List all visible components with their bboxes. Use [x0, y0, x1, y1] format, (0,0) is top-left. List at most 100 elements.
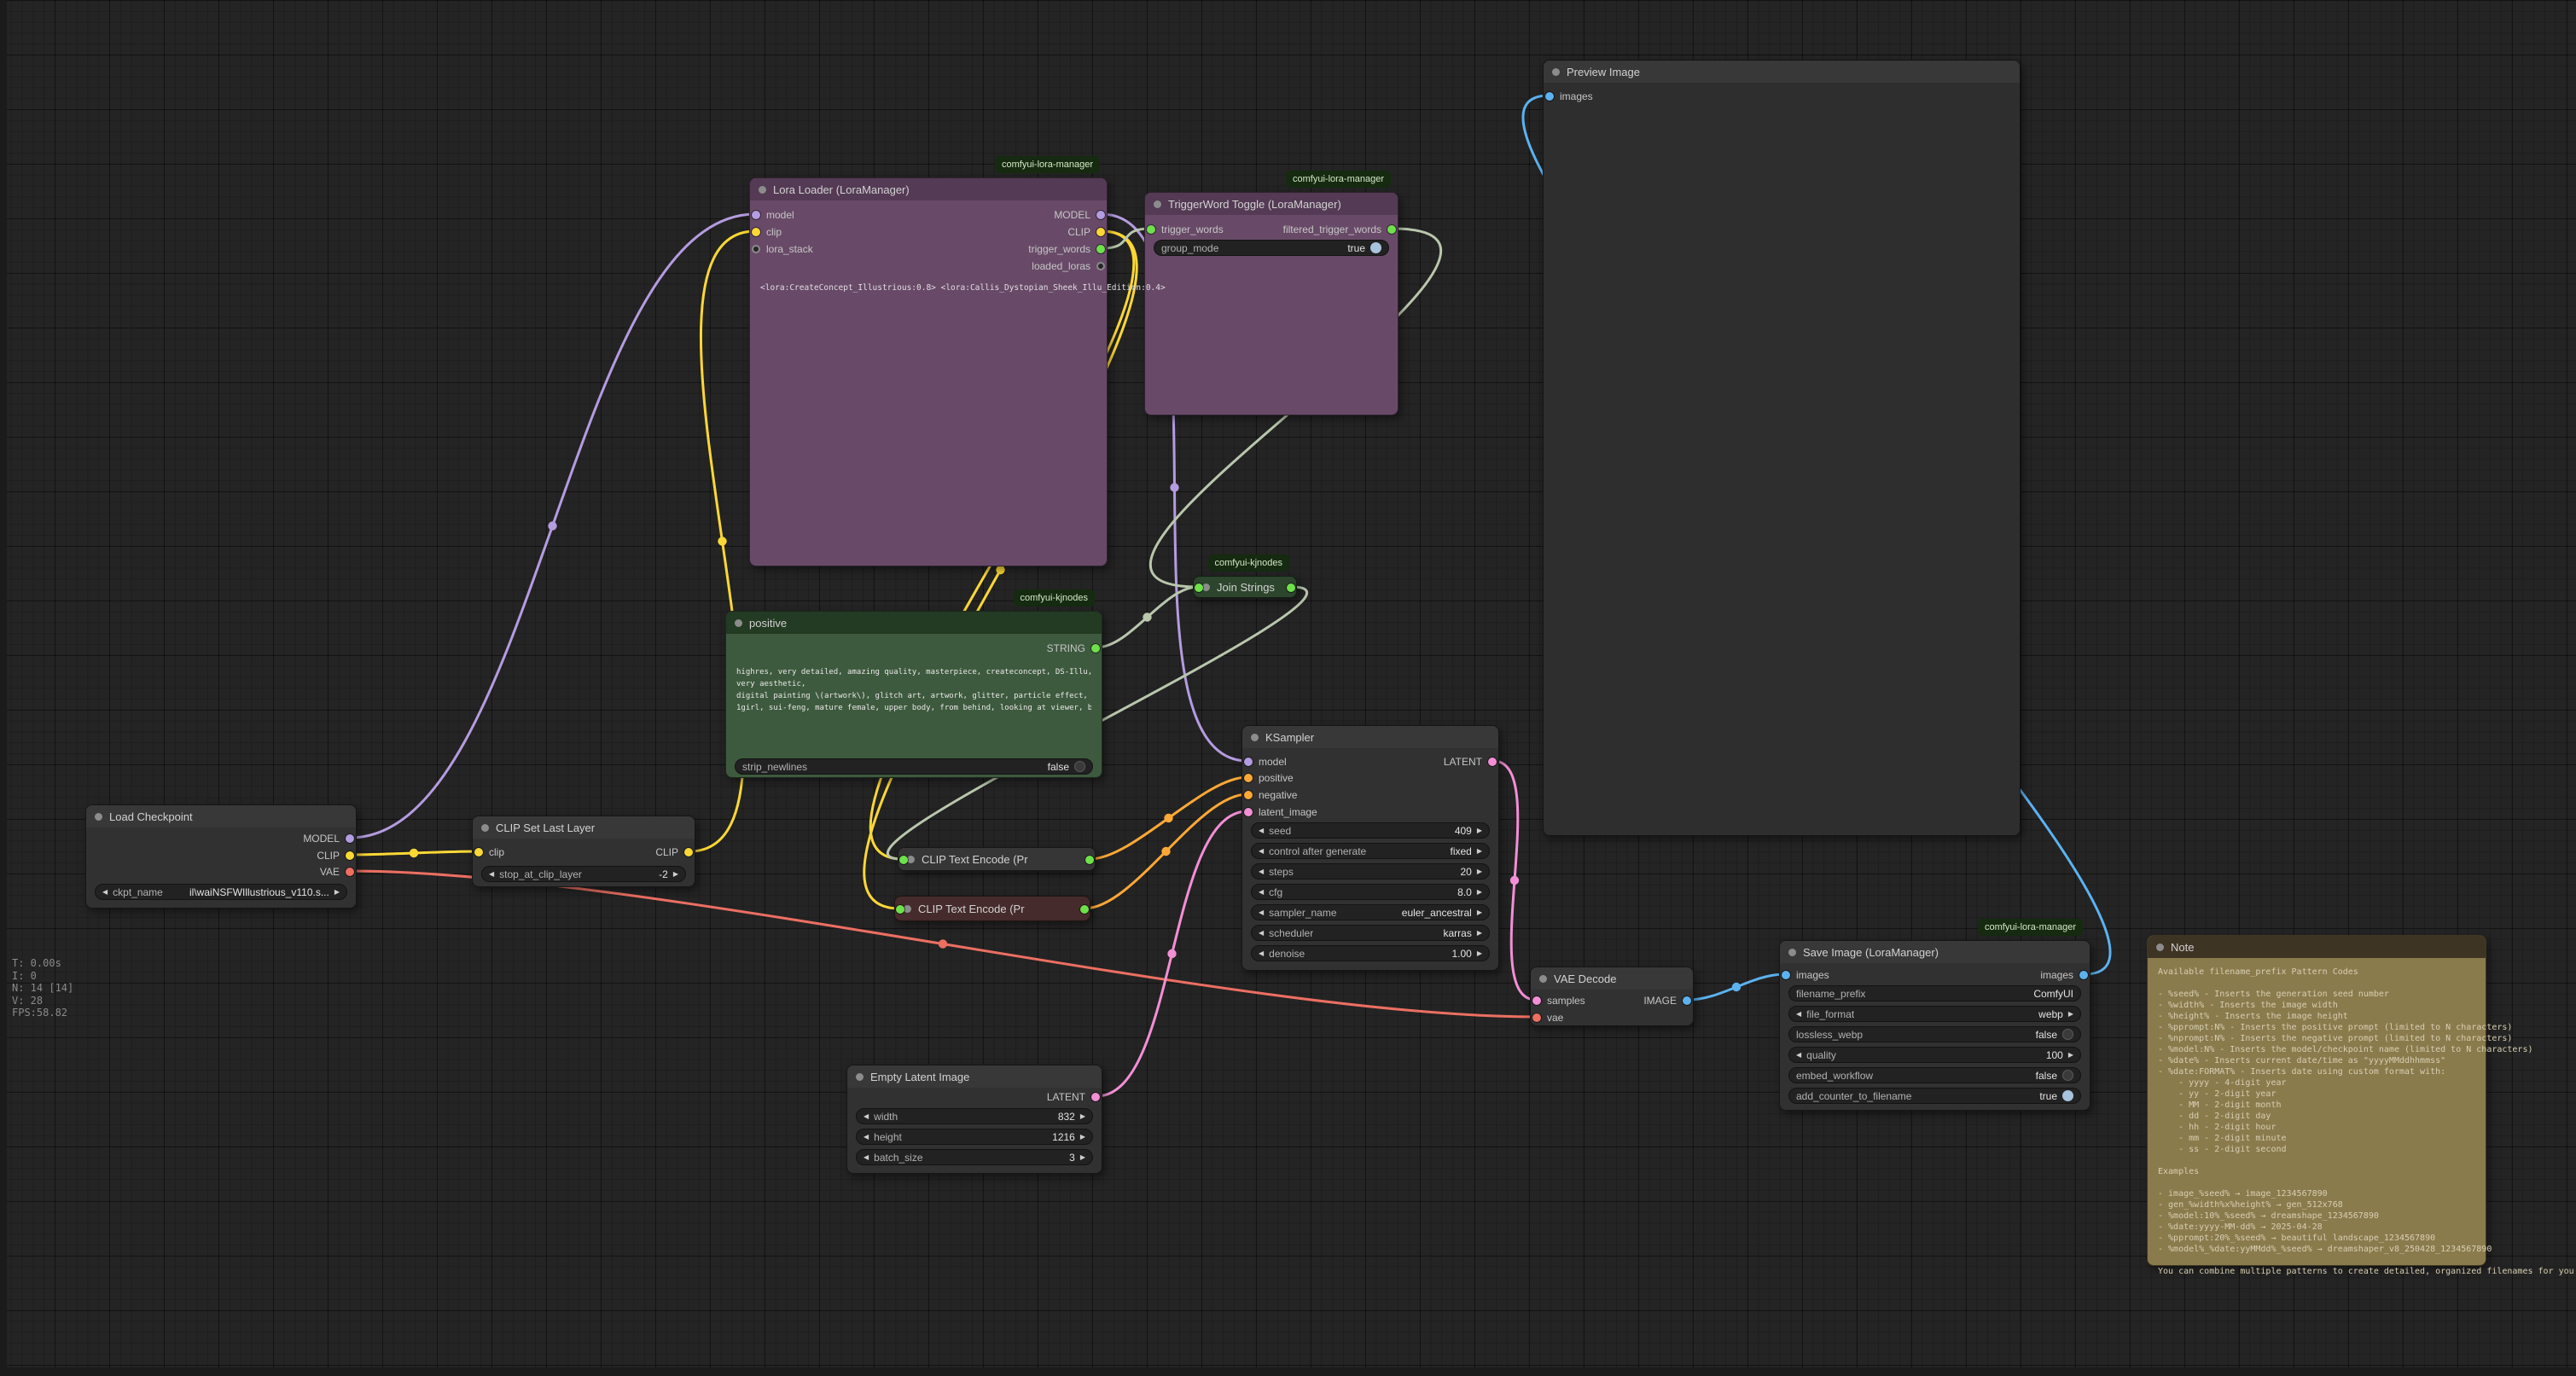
input-slot-vae[interactable]: vae: [1532, 1012, 1563, 1024]
collapsed-input-dot[interactable]: [1195, 583, 1203, 592]
node-header[interactable]: Save Image (LoraManager): [1780, 941, 2090, 963]
node-clip-text-encode-positive[interactable]: CLIP Text Encode (Pr: [898, 847, 1096, 871]
node-clip-set-last-layer[interactable]: CLIP Set Last LayerclipCLIP◀stop_at_clip…: [472, 816, 695, 887]
collapsed-output-dot[interactable]: [1080, 905, 1089, 914]
increment-arrow-icon[interactable]: ▶: [2068, 1052, 2073, 1059]
input-dot-lora_stack[interactable]: [752, 245, 760, 253]
widget-cfg[interactable]: ◀cfg8.0▶: [1251, 884, 1490, 900]
node-graph-canvas[interactable]: Preview ImageimagesTriggerWord Toggle (L…: [0, 0, 2576, 1376]
output-dot-CLIP[interactable]: [1096, 228, 1105, 236]
widget-file_format[interactable]: ◀file_formatwebp▶: [1788, 1006, 2081, 1022]
input-slot-model[interactable]: model: [752, 209, 794, 221]
output-slot-CLIP[interactable]: CLIP: [1067, 226, 1105, 238]
decrement-arrow-icon[interactable]: ◀: [864, 1134, 869, 1141]
link-midpoint-dot[interactable]: [1732, 983, 1741, 991]
increment-arrow-icon[interactable]: ▶: [1080, 1113, 1085, 1120]
input-dot-images[interactable]: [1782, 971, 1790, 979]
link-midpoint-dot[interactable]: [718, 537, 726, 545]
widget-embed_workflow[interactable]: embed_workflowfalse: [1788, 1067, 2081, 1083]
note-text[interactable]: Available filename_prefix Pattern Codes …: [2158, 967, 2574, 1277]
widget-stop_at_clip_layer[interactable]: ◀stop_at_clip_layer-2▶: [481, 866, 686, 882]
widget-denoise[interactable]: ◀denoise1.00▶: [1251, 945, 1490, 961]
widget-batch_size[interactable]: ◀batch_size3▶: [856, 1149, 1093, 1165]
widget-lossless_webp[interactable]: lossless_webpfalse: [1788, 1026, 2081, 1042]
input-slot-images[interactable]: images: [1782, 969, 1829, 981]
link-midpoint-dot[interactable]: [939, 939, 947, 948]
output-dot-loaded_loras[interactable]: [1096, 262, 1105, 270]
input-dot-vae[interactable]: [1532, 1013, 1541, 1022]
output-slot-CLIP[interactable]: CLIP: [317, 850, 354, 862]
widget-filename_prefix[interactable]: filename_prefixComfyUI: [1788, 985, 2081, 1002]
input-dot-clip[interactable]: [474, 848, 483, 856]
input-slot-negative[interactable]: negative: [1244, 789, 1297, 801]
decrement-arrow-icon[interactable]: ◀: [1259, 930, 1264, 937]
output-slot-trigger_words[interactable]: trigger_words: [1028, 243, 1105, 255]
output-slot-MODEL[interactable]: MODEL: [1054, 209, 1105, 221]
node-header[interactable]: CLIP Text Encode (Pr: [898, 848, 1095, 870]
node-save-image[interactable]: Save Image (LoraManager)comfyui-lora-man…: [1779, 940, 2090, 1111]
collapse-dot-icon[interactable]: [907, 856, 915, 863]
node-lora-loader[interactable]: Lora Loader (LoraManager)comfyui-lora-ma…: [749, 177, 1108, 566]
decrement-arrow-icon[interactable]: ◀: [1259, 848, 1264, 855]
input-slot-clip[interactable]: clip: [752, 226, 782, 238]
node-header[interactable]: Note: [2148, 936, 2486, 958]
output-dot-MODEL[interactable]: [346, 834, 354, 843]
node-header[interactable]: Lora Loader (LoraManager): [750, 178, 1107, 200]
link-midpoint-dot[interactable]: [996, 566, 1004, 574]
collapsed-output-dot[interactable]: [1287, 583, 1295, 592]
widget-sampler_name[interactable]: ◀sampler_nameeuler_ancestral▶: [1251, 904, 1490, 920]
input-slot-lora_stack[interactable]: lora_stack: [752, 243, 813, 255]
output-slot-LATENT[interactable]: LATENT: [1047, 1091, 1100, 1103]
node-load-checkpoint[interactable]: Load CheckpointMODELCLIPVAE◀ckpt_nameil\…: [85, 804, 357, 909]
node-note[interactable]: NoteAvailable filename_prefix Pattern Co…: [2147, 935, 2486, 1266]
increment-arrow-icon[interactable]: ▶: [1477, 827, 1482, 834]
widget-control-after-generate[interactable]: ◀control after generatefixed▶: [1251, 843, 1490, 859]
collapse-dot-icon[interactable]: [1539, 975, 1547, 983]
widget-steps[interactable]: ◀steps20▶: [1251, 863, 1490, 880]
widget-seed[interactable]: ◀seed409▶: [1251, 822, 1490, 839]
input-slot-positive[interactable]: positive: [1244, 772, 1294, 784]
decrement-arrow-icon[interactable]: ◀: [1259, 909, 1264, 916]
output-slot-VAE[interactable]: VAE: [320, 866, 354, 878]
output-slot-STRING[interactable]: STRING: [1047, 642, 1100, 654]
collapsed-input-dot[interactable]: [899, 856, 908, 864]
node-empty-latent-image[interactable]: Empty Latent ImageLATENT◀width832▶◀heigh…: [846, 1065, 1102, 1174]
node-header[interactable]: positive: [726, 612, 1102, 634]
widget-width[interactable]: ◀width832▶: [856, 1108, 1093, 1124]
toggle-dot[interactable]: [2062, 1090, 2073, 1101]
collapse-dot-icon[interactable]: [1552, 68, 1560, 76]
decrement-arrow-icon[interactable]: ◀: [102, 889, 108, 896]
node-triggerword-toggle[interactable]: TriggerWord Toggle (LoraManager)comfyui-…: [1144, 192, 1398, 415]
collapse-dot-icon[interactable]: [904, 905, 911, 913]
decrement-arrow-icon[interactable]: ◀: [1259, 868, 1264, 875]
toggle-dot[interactable]: [1370, 242, 1381, 253]
node-header[interactable]: Empty Latent Image: [847, 1065, 1102, 1088]
node-header[interactable]: Join Strings: [1194, 577, 1296, 597]
node-header[interactable]: VAE Decode: [1531, 967, 1693, 990]
increment-arrow-icon[interactable]: ▶: [1477, 909, 1482, 916]
node-ksampler[interactable]: KSamplermodelpositivenegativelatent_imag…: [1241, 725, 1499, 971]
increment-arrow-icon[interactable]: ▶: [334, 889, 340, 896]
decrement-arrow-icon[interactable]: ◀: [1796, 1052, 1801, 1059]
input-slot-clip[interactable]: clip: [474, 846, 504, 858]
decrement-arrow-icon[interactable]: ◀: [1259, 889, 1264, 896]
link-midpoint-dot[interactable]: [410, 849, 418, 857]
input-dot-trigger_words[interactable]: [1147, 225, 1155, 234]
input-dot-clip[interactable]: [752, 228, 760, 236]
link-midpoint-dot[interactable]: [1164, 814, 1172, 822]
input-slot-samples[interactable]: samples: [1532, 995, 1585, 1007]
input-dot-images[interactable]: [1545, 92, 1554, 101]
increment-arrow-icon[interactable]: ▶: [1477, 868, 1482, 875]
node-header[interactable]: KSampler: [1242, 726, 1498, 748]
collapse-dot-icon[interactable]: [2156, 943, 2164, 951]
output-slot-loaded_loras[interactable]: loaded_loras: [1032, 260, 1105, 272]
input-dot-model[interactable]: [1244, 758, 1253, 766]
node-clip-text-encode-negative[interactable]: CLIP Text Encode (Pr: [894, 896, 1090, 921]
collapse-dot-icon[interactable]: [481, 824, 489, 832]
output-dot-STRING[interactable]: [1091, 644, 1100, 653]
increment-arrow-icon[interactable]: ▶: [1080, 1134, 1085, 1141]
output-slot-filtered_trigger_words[interactable]: filtered_trigger_words: [1283, 224, 1396, 235]
collapsed-output-dot[interactable]: [1085, 856, 1094, 864]
output-slot-CLIP[interactable]: CLIP: [655, 846, 693, 858]
widget-strip_newlines[interactable]: strip_newlinesfalse: [735, 758, 1093, 775]
